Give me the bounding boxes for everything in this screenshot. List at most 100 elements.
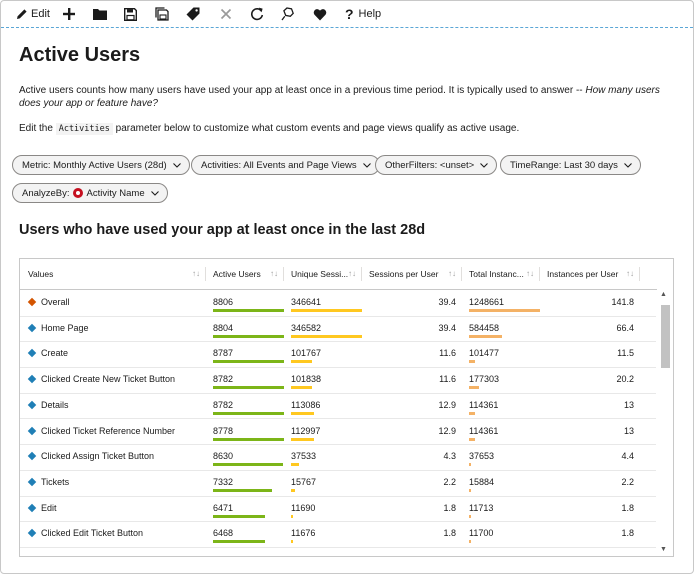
scroll-up-icon[interactable]: ▲ [660, 291, 667, 298]
diamond-icon [27, 323, 37, 332]
total-instances-value: 101477 [469, 348, 500, 359]
folder-icon [92, 9, 107, 20]
other-filters-dropdown[interactable]: OtherFilters: <unset> [375, 155, 498, 175]
grid-header: Values ↑↓ Active Users ↑↓ Unique Sessi... ↑… [20, 259, 673, 290]
unique-sessions-cell: 112997 [291, 419, 362, 443]
total-instances-cell: 37653 [469, 444, 540, 468]
users-grid: Values ↑↓ Active Users ↑↓ Unique Sessi... ↑… [19, 258, 674, 557]
table-row[interactable]: Home Page 8804 346582 39.4 584458 66.4 [20, 316, 656, 343]
active-users-cell: 8778 [213, 419, 284, 443]
column-header-active-users[interactable]: Active Users ↑↓ [206, 259, 284, 289]
analyze-by-dropdown[interactable]: AnalyzeBy: Activity Name [12, 183, 168, 203]
table-row[interactable]: Overall 8806 346641 39.4 1248661 141.8 [20, 290, 656, 317]
close-button[interactable] [220, 1, 232, 27]
metric-dropdown[interactable]: Metric: Monthly Active Users (28d) [12, 155, 190, 175]
instances-per-user-value: 1.8 [621, 528, 634, 539]
vertical-scrollbar[interactable]: ▲ ▼ [657, 289, 673, 555]
unique-sessions-value: 112997 [291, 425, 321, 436]
row-name: Details [41, 399, 69, 410]
diamond-icon [27, 400, 37, 410]
chevron-down-icon [362, 162, 371, 168]
column-header-values[interactable]: Values ↑↓ [20, 259, 206, 289]
active-users-bar [213, 334, 284, 338]
table-row[interactable]: Edit 6471 11690 1.8 11713 1.8 [20, 496, 656, 523]
tag-button[interactable] [186, 1, 200, 27]
column-header-sessions-per-user[interactable]: Sessions per User ↑↓ [362, 259, 462, 289]
favorite-button[interactable] [313, 1, 327, 27]
total-instances-cell: 15884 [469, 470, 540, 494]
diamond-icon [27, 426, 37, 435]
sort-icon: ↑↓ [192, 269, 200, 278]
total-instances-value: 114361 [469, 425, 499, 436]
table-row[interactable]: Clicked Edit Ticket Button 6468 11676 1.8 11… [20, 521, 656, 548]
column-header-instances-per-user[interactable]: Instances per User ↑↓ [540, 259, 640, 289]
table-row[interactable]: Clicked Ticket Reference Number 8778 11299… [20, 419, 656, 446]
table-row[interactable]: Details 8782 113086 12.9 114361 13 [20, 393, 656, 420]
save-as-button[interactable] [155, 1, 169, 27]
scroll-down-icon[interactable]: ▼ [660, 546, 667, 553]
total-instances-cell: 1248661 [469, 290, 540, 314]
total-instances-cell: 114361 [469, 419, 540, 443]
chevron-down-icon [150, 190, 159, 196]
scroll-thumb[interactable] [661, 305, 670, 368]
help-label: Help [358, 8, 382, 20]
unique-sessions-bar [291, 514, 294, 518]
instances-per-user-value: 11.5 [617, 348, 634, 359]
active-users-cell: 8630 [213, 444, 284, 468]
unique-sessions-cell: 113086 [291, 393, 362, 417]
sessions-per-user-value: 11.6 [439, 348, 456, 359]
active-users-bar [213, 360, 284, 364]
refresh-icon [250, 7, 264, 21]
sessions-per-user-value: 1.8 [443, 528, 456, 539]
total-instances-value: 114361 [469, 399, 499, 410]
total-instances-value: 11713 [469, 502, 494, 513]
edit-button[interactable]: Edit [16, 1, 50, 27]
refresh-button[interactable] [250, 1, 264, 27]
help-icon: ? [344, 6, 354, 22]
diamond-icon [27, 297, 37, 307]
row-name-cell: Clicked Ticket Reference Number [20, 419, 206, 443]
pin-button[interactable] [281, 1, 295, 27]
edit-label: Edit [31, 8, 50, 20]
table-row[interactable]: Clicked Assign Ticket Button 8630 37533 4.3… [20, 444, 656, 471]
help-button[interactable]: ? Help [345, 1, 381, 27]
row-name: Overall [41, 297, 70, 307]
row-name-cell: Tickets [20, 470, 206, 494]
active-users-cell: 8804 [213, 316, 284, 340]
add-icon [62, 8, 75, 20]
sort-icon: ↑↓ [626, 269, 634, 278]
total-instances-cell: 11713 [469, 496, 540, 520]
active-users-cell: 8782 [213, 393, 284, 417]
chevron-down-icon [624, 162, 632, 168]
add-button[interactable] [62, 1, 76, 27]
analyze-by-value: Activity Name [86, 187, 145, 199]
activities-dropdown[interactable]: Activities: All Events and Page Views [191, 155, 380, 175]
active-users-value: 8778 [213, 425, 234, 436]
column-header-unique-sessions[interactable]: Unique Sessi... ↑↓ [284, 259, 362, 289]
unique-sessions-cell: 346582 [291, 316, 362, 340]
table-row[interactable]: Clicked Create New Ticket Button 8782 1018… [20, 367, 656, 394]
unique-sessions-value: 11690 [291, 502, 316, 513]
column-header-total-instances[interactable]: Total Instanc... ↑↓ [462, 259, 540, 289]
table-row[interactable]: Tickets 7332 15767 2.2 15884 2.2 [20, 470, 656, 497]
unique-sessions-bar [291, 309, 362, 312]
page-title: Active Users [19, 44, 141, 66]
analyze-by-icon [72, 188, 83, 198]
time-range-dropdown[interactable]: TimeRange: Last 30 days [500, 155, 641, 175]
open-button[interactable] [92, 1, 107, 27]
active-users-value: 8804 [213, 322, 234, 333]
diamond-icon [27, 503, 37, 512]
instances-per-user-value: 13 [623, 399, 634, 410]
active-users-cell: 6468 [213, 521, 284, 545]
save-button[interactable] [123, 1, 137, 27]
total-instances-cell: 177303 [469, 367, 540, 391]
total-instances-value: 15884 [469, 476, 495, 487]
unique-sessions-cell: 101838 [291, 367, 362, 391]
sessions-per-user-value: 12.9 [438, 425, 456, 436]
diamond-icon [27, 529, 37, 538]
diamond-icon [27, 477, 37, 487]
table-row[interactable]: Create 8787 101767 11.6 101477 11.5 [20, 341, 656, 369]
row-name: Home Page [41, 322, 89, 333]
activities-code: Activities [55, 123, 113, 135]
active-users-bar [213, 411, 284, 415]
